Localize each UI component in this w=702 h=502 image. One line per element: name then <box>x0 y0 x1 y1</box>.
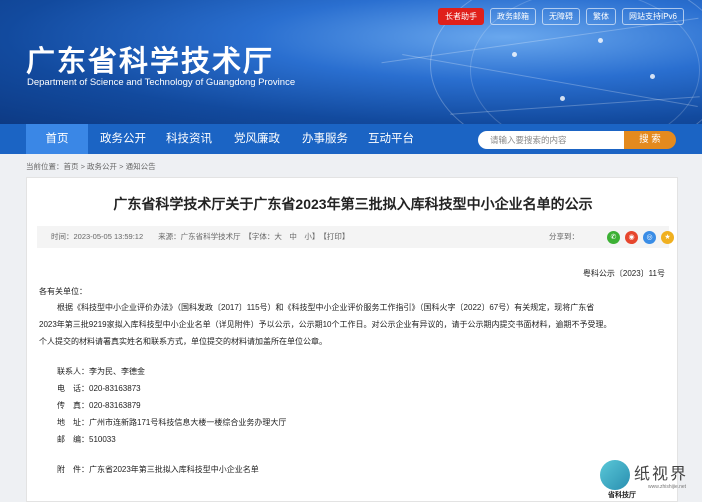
salutation: 各有关单位： <box>39 287 87 296</box>
search-button[interactable]: 搜 索 <box>624 131 676 149</box>
header-banner: 广东省科学技术厅 Department of Science and Techn… <box>0 0 702 124</box>
paragraph-line: 个人提交的材料请署真实姓名和联系方式，单位提交的材料请加盖所在单位公章。 <box>39 337 327 346</box>
nav-item-services[interactable]: 办事服务 <box>294 124 356 154</box>
contact-address: 地 址：广州市连新路171号科技信息大楼一楼综合业务办理大厅 <box>57 418 287 427</box>
nav-item-home[interactable]: 首页 <box>26 124 88 154</box>
contact-fax: 传 真：020-83163879 <box>57 401 141 410</box>
document-number: 粤科公示〔2023〕11号 <box>582 269 665 278</box>
weibo-share-icon[interactable]: ◉ <box>625 231 638 244</box>
contact-person: 联系人：李为民、李德金 <box>57 367 145 376</box>
article-meta: 时间：2023-05-05 13:59:12 来源：广东省科学技术厅 【字体：大… <box>51 232 350 241</box>
contact-postcode: 邮 编：510033 <box>57 435 116 444</box>
watermark: 纸视界 www.zhishijie.net 省科技厅 <box>600 458 700 502</box>
elder-assistant-link[interactable]: 长者助手 <box>437 8 484 25</box>
wechat-share-icon[interactable]: ✆ <box>607 231 620 244</box>
attachment-link[interactable]: 附 件：广东省2023年第三批拟入库科技型中小企业名单 <box>57 463 259 476</box>
decorative-dot <box>512 52 517 57</box>
decorative-dot <box>560 96 565 101</box>
decorative-dot <box>650 74 655 79</box>
share-label: 分享到： <box>549 232 579 241</box>
search-input[interactable]: 请输入要搜索的内容 <box>478 131 624 149</box>
qq-share-icon[interactable]: ◎ <box>643 231 656 244</box>
gov-mailbox-link[interactable]: 政务邮箱 <box>489 8 536 25</box>
accessibility-link[interactable]: 无障碍 <box>541 8 580 25</box>
watermark-url: www.zhishijie.net <box>648 484 687 490</box>
watermark-logo-icon <box>600 460 630 490</box>
article-card: 广东省科学技术厅关于广东省2023年第三批拟入库科技型中小企业名单的公示 时间：… <box>26 177 678 502</box>
ipv6-badge[interactable]: 网站支持IPv6 <box>621 8 684 25</box>
article-meta-bar: 时间：2023-05-05 13:59:12 来源：广东省科学技术厅 【字体：大… <box>37 226 674 248</box>
footer-label: 省科技厅 <box>608 492 636 499</box>
paragraph-line: 根据《科技型中小企业评价办法》（国科发政〔2017〕115号）和《科技型中小企业… <box>57 303 595 312</box>
article-title: 广东省科学技术厅关于广东省2023年第三批拟入库科技型中小企业名单的公示 <box>113 196 593 212</box>
nav-item-integrity[interactable]: 党风廉政 <box>226 124 288 154</box>
watermark-text: 纸视界 <box>634 464 689 483</box>
site-title: 广东省科学技术厅 <box>26 46 275 78</box>
contact-phone: 电 话：020-83163873 <box>57 384 141 393</box>
qzone-share-icon[interactable]: ★ <box>661 231 674 244</box>
top-links: 长者助手 政务邮箱 无障碍 繁体 网站支持IPv6 <box>437 8 684 25</box>
nav-item-interaction[interactable]: 互动平台 <box>360 124 422 154</box>
breadcrumb: 当前位置：首页 > 政务公开 > 通知公告 <box>26 162 156 171</box>
decorative-dot <box>598 38 603 43</box>
site-subtitle: Department of Science and Technology of … <box>27 77 296 88</box>
paragraph-line: 2023年第三批9219家拟入库科技型中小企业名单（详见附件）予以公示，公示期1… <box>39 320 612 329</box>
traditional-chinese-link[interactable]: 繁体 <box>585 8 616 25</box>
nav-item-gov-affairs[interactable]: 政务公开 <box>92 124 154 154</box>
nav-item-tech-news[interactable]: 科技资讯 <box>158 124 220 154</box>
